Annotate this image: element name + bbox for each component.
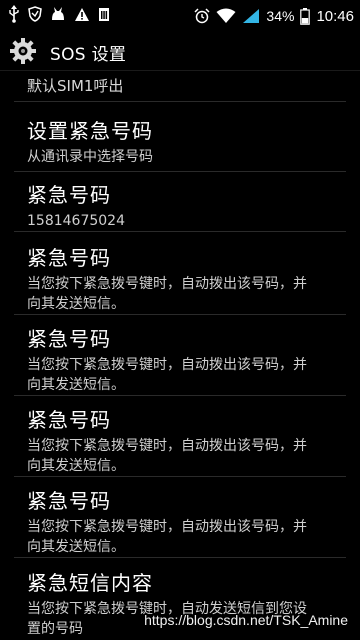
signal-icon [243,9,260,23]
pref-title: 紧急短信内容 [27,571,153,595]
emergency-sms-content-item[interactable]: 紧急短信内容 当您按下紧急拨号键时，自动发送短信到您设置的号码 [0,567,360,640]
divider [14,101,346,102]
alarm-icon [194,8,210,24]
gear-icon[interactable] [9,37,37,65]
divider [14,395,346,396]
warning-icon [75,7,89,21]
divider [14,314,346,315]
watermark-text: https://blog.csdn.net/TSK_Amine [144,612,348,628]
pref-title: 紧急号码 [27,183,111,207]
usb-icon [9,5,19,23]
divider [14,171,346,172]
pref-title: 紧急号码 [27,408,111,432]
pref-summary: 当您按下紧急拨号键时，自动拨出该号码，并向其发送短信。 [27,357,307,393]
screen: 34% 10:46 SOS 设置 默认SIM1呼出 设置紧急号码 从通讯录中选择… [0,0,360,640]
divider [14,557,346,558]
battery-percent: 34% [266,8,295,24]
divider [14,231,346,232]
status-bar: 34% 10:46 [0,0,360,33]
pref-summary: 当您按下紧急拨号键时，自动拨出该号码，并向其发送短信。 [27,519,307,555]
cat-icon [52,7,64,20]
pref-summary: 当您按下紧急拨号键时，自动拨出该号码，并向其发送短信。 [27,276,307,312]
emergency-number-item-1[interactable]: 紧急号码 15814675024 [0,179,360,237]
pref-title: 紧急号码 [27,327,111,351]
emergency-number-item-4[interactable]: 紧急号码 当您按下紧急拨号键时，自动拨出该号码，并向其发送短信。 [0,404,360,478]
emergency-number-item-3[interactable]: 紧急号码 当您按下紧急拨号键时，自动拨出该号码，并向其发送短信。 [0,323,360,397]
pref-summary: 从通讯录中选择号码 [27,149,153,165]
divider [14,476,346,477]
action-bar: SOS 设置 [0,33,360,71]
pref-summary: 当您按下紧急拨号键时，自动拨出该号码，并向其发送短信。 [27,438,307,474]
clock: 10:46 [316,7,354,25]
wifi-icon [216,8,236,23]
pref-title: 紧急号码 [27,489,111,513]
emergency-number-item-2[interactable]: 紧急号码 当您按下紧急拨号键时，自动拨出该号码，并向其发送短信。 [0,242,360,316]
shield-icon [28,6,42,22]
page-title: SOS 设置 [50,45,127,65]
pref-summary: 15814675024 [27,213,125,229]
battery-icon [300,7,311,25]
emergency-number-item-5[interactable]: 紧急号码 当您按下紧急拨号键时，自动拨出该号码，并向其发送短信。 [0,485,360,559]
sim-icon [99,7,109,21]
pref-title: 设置紧急号码 [27,119,153,143]
settings-list[interactable]: 默认SIM1呼出 设置紧急号码 从通讯录中选择号码 紧急号码 158146750… [0,71,360,640]
set-emergency-number-item[interactable]: 设置紧急号码 从通讯录中选择号码 [0,115,360,173]
pref-title: 紧急号码 [27,246,111,270]
default-sim-item[interactable]: 默认SIM1呼出 [27,75,123,96]
